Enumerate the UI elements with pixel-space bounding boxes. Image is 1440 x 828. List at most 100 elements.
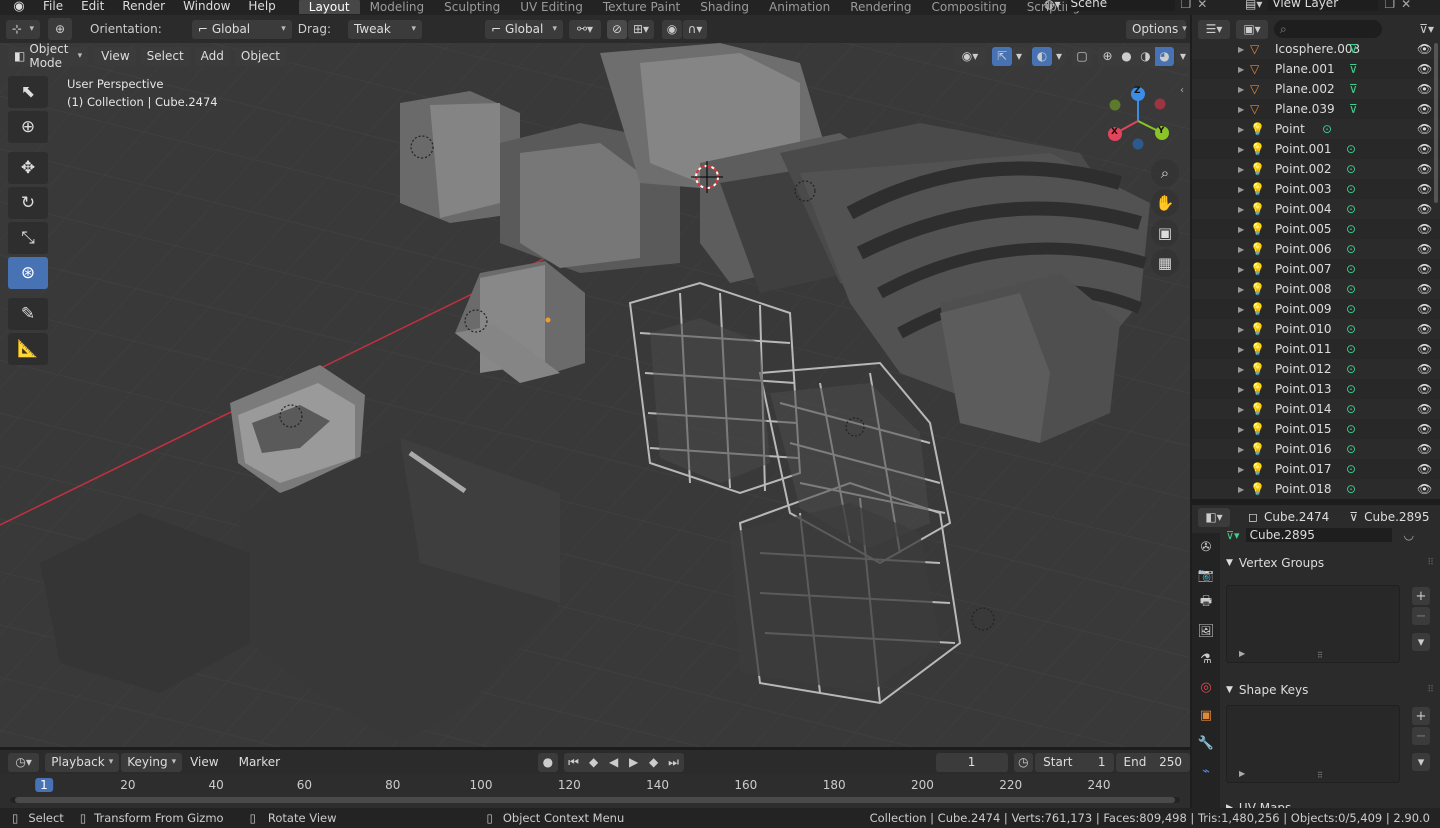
timeline-view-menu[interactable]: View xyxy=(184,753,224,772)
list-resize-icon[interactable]: ⠿ xyxy=(1317,651,1323,660)
expand-arrow-icon[interactable]: ▶ xyxy=(1238,105,1244,114)
add-vertex-group-button[interactable]: + xyxy=(1412,587,1430,605)
modifier-tab-icon[interactable]: 🔧 xyxy=(1192,729,1220,757)
list-resize-icon[interactable]: ⠿ xyxy=(1317,771,1323,780)
start-frame-field[interactable]: Start 1 xyxy=(1035,752,1114,772)
expand-arrow-icon[interactable]: ▶ xyxy=(1238,365,1244,374)
gizmo-toggle-icon[interactable]: ⇱ xyxy=(992,46,1012,66)
wireframe-shading-icon[interactable]: ⊕ xyxy=(1098,46,1117,66)
light-data-icon[interactable]: ⊙ xyxy=(1346,182,1356,196)
keying-menu[interactable]: Keying ▾ xyxy=(121,752,183,772)
view-layer-name[interactable]: View Layer xyxy=(1268,0,1379,11)
tab-animation[interactable]: Animation xyxy=(759,0,840,14)
delete-scene-icon[interactable]: ✕ xyxy=(1197,0,1207,11)
orientation-dropdown[interactable]: ⌐ Global ▾ xyxy=(191,19,292,39)
view-layer-icon[interactable]: ▤▾ xyxy=(1245,0,1262,11)
menu-help[interactable]: Help xyxy=(239,0,284,13)
scene-icon[interactable]: ◍▾ xyxy=(1044,0,1061,11)
marker-menu[interactable]: Marker xyxy=(233,753,286,772)
editor-type-dropdown[interactable]: ⊹ ▾ xyxy=(6,19,40,39)
eye-icon[interactable]: 👁 xyxy=(1417,482,1432,496)
expand-arrow-icon[interactable]: ▶ xyxy=(1238,485,1244,494)
scene-tab-icon[interactable]: ⚗ xyxy=(1192,645,1220,673)
scale-tool-icon[interactable]: ⤡ xyxy=(8,222,48,254)
preview-range-icon[interactable]: ◷ xyxy=(1013,752,1034,772)
expand-arrow-icon[interactable]: ▶ xyxy=(1238,165,1244,174)
fake-user-icon[interactable]: ◡ xyxy=(1404,528,1414,542)
menu-render[interactable]: Render xyxy=(113,0,174,13)
object-tab-icon[interactable]: ▣ xyxy=(1192,701,1220,729)
vertex-groups-list[interactable]: ▶ ⠿ xyxy=(1226,585,1400,663)
outliner-row[interactable]: ▶ 💡 Point.009 ⊙ 👁 xyxy=(1192,299,1440,319)
select-box-icon[interactable]: ⬉ xyxy=(8,76,48,108)
expand-arrow-icon[interactable]: ▶ xyxy=(1238,445,1244,454)
remove-vertex-group-button[interactable]: − xyxy=(1412,607,1430,625)
ortho-grid-icon[interactable]: ▦ xyxy=(1151,249,1179,277)
shape-keys-list[interactable]: ▶ ⠿ xyxy=(1226,705,1400,783)
eye-icon[interactable]: 👁 xyxy=(1417,102,1432,116)
jump-start-icon[interactable]: ⏮ xyxy=(563,752,584,772)
outliner-search-input[interactable]: ⌕ xyxy=(1274,20,1382,38)
menu-object[interactable]: Object xyxy=(234,46,286,66)
light-data-icon[interactable]: ⊙ xyxy=(1346,402,1356,416)
outliner-row[interactable]: ▶ 💡 Point.005 ⊙ 👁 xyxy=(1192,219,1440,239)
options-dropdown[interactable]: Options ▾ xyxy=(1125,19,1187,39)
timeline-scrollbar[interactable] xyxy=(10,797,1180,803)
expand-arrow-icon[interactable]: ▶ xyxy=(1238,285,1244,294)
menu-window[interactable]: Window xyxy=(174,0,239,13)
sidebar-toggle-icon[interactable]: ‹ xyxy=(1180,85,1184,96)
transform-tool-icon[interactable]: ⊛ xyxy=(8,257,48,289)
record-icon[interactable]: ● xyxy=(538,752,558,772)
tab-sculpting[interactable]: Sculpting xyxy=(434,0,510,14)
light-data-icon[interactable]: ⊙ xyxy=(1346,142,1356,156)
scene-name[interactable]: Scene xyxy=(1066,0,1175,11)
eye-icon[interactable]: 👁 xyxy=(1417,462,1432,476)
world-tab-icon[interactable]: ◎ xyxy=(1192,673,1220,701)
eye-icon[interactable]: 👁 xyxy=(1417,182,1432,196)
expand-arrow-icon[interactable]: ▶ xyxy=(1238,325,1244,334)
delete-view-layer-icon[interactable]: ✕ xyxy=(1401,0,1411,11)
outliner-row[interactable]: ▶ ▽ Plane.001 ⊽ 👁 xyxy=(1192,59,1440,79)
view-layer-tab-icon[interactable]: 🖼 xyxy=(1192,617,1220,645)
material-shading-icon[interactable]: ◑ xyxy=(1136,46,1155,66)
outliner-row[interactable]: ▶ 💡 Point.014 ⊙ 👁 xyxy=(1192,399,1440,419)
vertex-groups-panel-header[interactable]: ▼ Vertex Groups ⠿ xyxy=(1226,552,1434,574)
transform-orientation-dropdown[interactable]: ⌐ Global ▾ xyxy=(484,19,563,39)
outliner-row[interactable]: ▶ ▽ Plane.002 ⊽ 👁 xyxy=(1192,79,1440,99)
current-frame-marker[interactable]: 1 xyxy=(35,778,53,792)
measure-tool-icon[interactable]: 📐 xyxy=(8,333,48,365)
outliner-row[interactable]: ▶ 💡 Point.004 ⊙ 👁 xyxy=(1192,199,1440,219)
mesh-datablock-icon[interactable]: ⊽▾ xyxy=(1226,529,1240,542)
eye-icon[interactable]: 👁 xyxy=(1417,202,1432,216)
outliner-row[interactable]: ▶ 💡 Point.017 ⊙ 👁 xyxy=(1192,459,1440,479)
outliner-row[interactable]: ▶ 💡 Point.001 ⊙ 👁 xyxy=(1192,139,1440,159)
eye-icon[interactable]: 👁 xyxy=(1417,142,1432,156)
outliner-row[interactable]: ▶ 💡 Point.006 ⊙ 👁 xyxy=(1192,239,1440,259)
light-data-icon[interactable]: ⊙ xyxy=(1322,122,1332,136)
active-tool-icon[interactable]: ⊕ xyxy=(48,18,72,40)
light-data-icon[interactable]: ⊙ xyxy=(1346,202,1356,216)
expand-arrow-icon[interactable]: ▶ xyxy=(1238,65,1244,74)
tab-texture-paint[interactable]: Texture Paint xyxy=(593,0,690,14)
eye-icon[interactable]: 👁 xyxy=(1417,322,1432,336)
light-data-icon[interactable]: ⊙ xyxy=(1346,302,1356,316)
filter-icon[interactable]: ⊽▾ xyxy=(1419,22,1434,36)
outliner-row[interactable]: ▶ 💡 Point.011 ⊙ 👁 xyxy=(1192,339,1440,359)
light-data-icon[interactable]: ⊙ xyxy=(1346,422,1356,436)
new-scene-icon[interactable]: ❐ xyxy=(1181,0,1192,11)
mesh-data-icon[interactable]: ⊽ xyxy=(1349,62,1358,76)
mesh-data-icon[interactable]: ⊽ xyxy=(1349,42,1358,56)
overlay-toggle-icon[interactable]: ◐ xyxy=(1032,46,1052,66)
jump-end-icon[interactable]: ⏭ xyxy=(663,752,684,772)
blender-logo-icon[interactable]: ◉ xyxy=(10,0,28,14)
light-data-icon[interactable]: ⊙ xyxy=(1346,382,1356,396)
eye-icon[interactable]: 👁 xyxy=(1417,382,1432,396)
move-tool-icon[interactable]: ✥ xyxy=(8,152,48,184)
rendered-shading-icon[interactable]: ◕ xyxy=(1155,46,1174,66)
mesh-datablock-field[interactable]: Cube.2895 xyxy=(1245,528,1392,542)
outliner-row[interactable]: ▶ 💡 Point.013 ⊙ 👁 xyxy=(1192,379,1440,399)
eye-icon[interactable]: 👁 xyxy=(1417,402,1432,416)
outliner-editor-type-icon[interactable]: ☰▾ xyxy=(1198,19,1230,39)
expand-arrow-icon[interactable]: ▶ xyxy=(1238,265,1244,274)
snap-target-icon[interactable]: ⊞▾ xyxy=(627,19,654,39)
